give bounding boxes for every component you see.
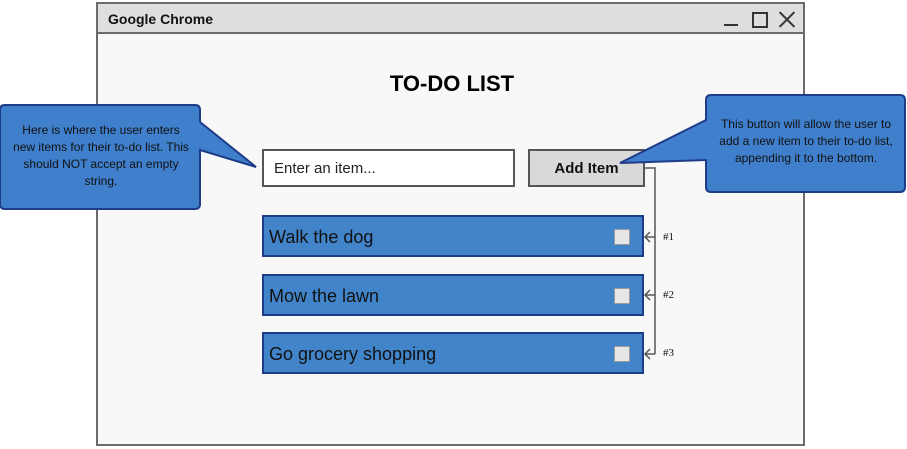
button-callout-text: This button will allow the user to add a… (719, 117, 893, 165)
callout-shapes (0, 94, 906, 210)
input-callout-text: Here is where the user enters new items … (13, 123, 189, 188)
